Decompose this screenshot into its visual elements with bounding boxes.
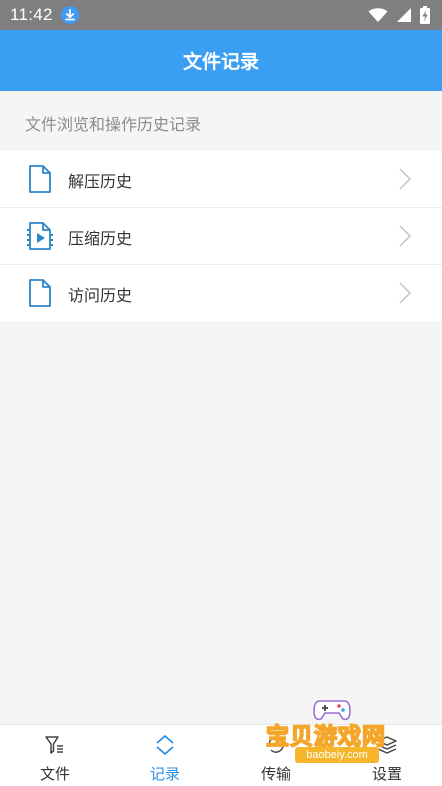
- chevron-right-icon: [399, 282, 412, 304]
- app-bar: 文件记录: [0, 30, 442, 91]
- record-item-access-history[interactable]: 访问历史: [0, 265, 442, 321]
- download-notification-icon: [61, 6, 79, 24]
- chevron-right-icon: [399, 168, 412, 190]
- record-arrows-icon: [156, 735, 174, 755]
- record-item-label: 解压历史: [68, 172, 133, 191]
- tab-files[interactable]: 文件: [0, 725, 110, 786]
- status-bar: 11:42: [0, 0, 442, 30]
- chevron-right-icon: [399, 225, 412, 247]
- tab-label: 文件: [39, 765, 70, 783]
- tab-records[interactable]: 记录: [110, 725, 220, 786]
- watermark-text: 宝贝游戏网: [265, 723, 386, 751]
- record-item-extract-history[interactable]: 解压历史: [0, 151, 442, 207]
- file-filter-icon: [45, 736, 63, 754]
- battery-charging-icon: [420, 6, 430, 24]
- page-title: 文件记录: [182, 51, 259, 73]
- video-file-icon: [27, 222, 53, 250]
- signal-icon: [397, 8, 411, 22]
- watermark-url: baobeiy.com: [295, 747, 379, 763]
- tab-label: 记录: [149, 765, 180, 783]
- document-icon: [29, 279, 51, 307]
- section-caption: 文件浏览和操作历史记录: [25, 115, 202, 134]
- watermark-logo: 宝贝游戏网 baobeiy.com: [262, 693, 412, 773]
- wifi-icon: [368, 8, 388, 22]
- document-icon: [29, 165, 51, 193]
- status-time: 11:42: [10, 5, 53, 24]
- record-item-label: 压缩历史: [68, 229, 133, 248]
- record-item-label: 访问历史: [68, 286, 133, 305]
- record-item-compress-history[interactable]: 压缩历史: [0, 208, 442, 264]
